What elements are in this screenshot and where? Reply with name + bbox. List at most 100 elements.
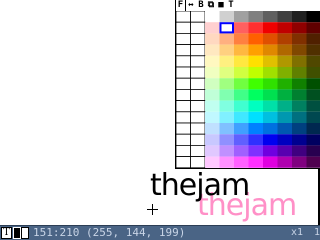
palette-swatch[interactable]: [306, 11, 320, 23]
rect-icon[interactable]: ■: [216, 0, 226, 11]
palette-swatch[interactable]: [190, 144, 206, 157]
palette-swatch[interactable]: [219, 145, 235, 157]
palette-swatch[interactable]: [248, 11, 264, 23]
palette-swatch[interactable]: [190, 111, 206, 124]
palette-swatch[interactable]: [292, 44, 307, 56]
palette-swatch[interactable]: [176, 89, 191, 102]
palette-swatch[interactable]: [176, 100, 191, 113]
palette-swatch[interactable]: [219, 67, 235, 79]
palette-swatch[interactable]: [205, 33, 220, 45]
palette-swatch[interactable]: [277, 145, 293, 157]
palette-swatch[interactable]: [205, 89, 220, 101]
palette-swatch[interactable]: [263, 55, 278, 67]
palette-swatch[interactable]: [277, 67, 293, 79]
palette-swatch[interactable]: [190, 89, 206, 102]
palette-swatch[interactable]: [234, 67, 249, 79]
palette-swatch[interactable]: [190, 122, 206, 135]
palette-swatch[interactable]: [190, 100, 206, 113]
palette-swatch[interactable]: [263, 22, 278, 34]
palette-swatch[interactable]: [190, 55, 206, 68]
palette-swatch[interactable]: [292, 156, 307, 168]
palette-swatch[interactable]: [176, 55, 191, 68]
palette-swatch[interactable]: [190, 156, 206, 168]
palette-swatch[interactable]: [234, 78, 249, 90]
palette-swatch[interactable]: [292, 11, 307, 23]
palette-swatch[interactable]: [248, 89, 264, 101]
palette-swatch[interactable]: [234, 33, 249, 45]
palette-swatch[interactable]: [176, 122, 191, 135]
palette-swatch[interactable]: [219, 44, 235, 56]
fill-icon[interactable]: F: [176, 0, 186, 11]
palette-swatch[interactable]: [190, 21, 206, 34]
palette-swatch[interactable]: [234, 134, 249, 146]
palette-swatch[interactable]: [190, 77, 206, 90]
palette-swatch[interactable]: [219, 156, 235, 168]
palette-swatch[interactable]: [263, 44, 278, 56]
background-color-swatch[interactable]: [21, 227, 29, 239]
palette-swatch[interactable]: [205, 44, 220, 56]
palette-swatch[interactable]: [248, 123, 264, 135]
palette-swatch[interactable]: [205, 22, 220, 34]
palette-swatch[interactable]: [205, 100, 220, 112]
palette-swatch[interactable]: [219, 78, 235, 90]
palette-swatch[interactable]: [205, 55, 220, 67]
palette-swatch[interactable]: [292, 145, 307, 157]
palette-swatch[interactable]: [248, 145, 264, 157]
palette-swatch[interactable]: [205, 156, 220, 168]
palette-swatch[interactable]: [306, 111, 320, 123]
swap-icon[interactable]: ↔: [186, 0, 196, 11]
palette-swatch[interactable]: [306, 89, 320, 101]
palette-swatch[interactable]: [277, 89, 293, 101]
palette-swatch[interactable]: [176, 11, 191, 23]
palette-swatch[interactable]: [176, 21, 191, 34]
palette-swatch[interactable]: [306, 78, 320, 90]
palette-swatch[interactable]: [292, 55, 307, 67]
palette-swatch[interactable]: [190, 11, 206, 23]
palette-swatch[interactable]: [219, 11, 235, 23]
palette-swatch[interactable]: [263, 11, 278, 23]
palette-swatch[interactable]: [248, 44, 264, 56]
palette-swatch[interactable]: [205, 134, 220, 146]
palette-swatch[interactable]: [248, 134, 264, 146]
palette-grid[interactable]: [176, 11, 320, 168]
palette-swatch[interactable]: [176, 111, 191, 124]
palette-swatch[interactable]: [306, 44, 320, 56]
palette-swatch[interactable]: [234, 11, 249, 23]
palette-swatch[interactable]: [306, 156, 320, 168]
text-tool-icon[interactable]: T: [226, 0, 236, 11]
brush-icon[interactable]: B: [196, 0, 206, 11]
palette-swatch[interactable]: [205, 111, 220, 123]
palette-swatch[interactable]: [263, 123, 278, 135]
palette-swatch[interactable]: [277, 100, 293, 112]
palette-swatch[interactable]: [306, 123, 320, 135]
palette-swatch[interactable]: [292, 78, 307, 90]
palette-swatch[interactable]: [263, 33, 278, 45]
palette-swatch[interactable]: [248, 156, 264, 168]
palette-swatch[interactable]: [292, 134, 307, 146]
palette-swatch[interactable]: [292, 67, 307, 79]
palette-swatch[interactable]: [306, 67, 320, 79]
palette-swatch[interactable]: [176, 133, 191, 146]
palette-swatch[interactable]: [234, 44, 249, 56]
palette-swatch[interactable]: [248, 22, 264, 34]
palette-swatch[interactable]: [248, 67, 264, 79]
palette-swatch[interactable]: [234, 89, 249, 101]
palette-swatch[interactable]: [205, 67, 220, 79]
palette-swatch[interactable]: [176, 66, 191, 79]
palette-swatch[interactable]: [306, 145, 320, 157]
palette-swatch[interactable]: [292, 100, 307, 112]
palette-swatch[interactable]: [219, 33, 235, 45]
palette-swatch[interactable]: [263, 89, 278, 101]
palette-swatch[interactable]: [277, 78, 293, 90]
palette-swatch[interactable]: [219, 89, 235, 101]
palette-swatch[interactable]: [219, 123, 235, 135]
palette-swatch[interactable]: [219, 100, 235, 112]
palette-swatch[interactable]: [306, 55, 320, 67]
palette-swatch[interactable]: [219, 55, 235, 67]
palette-swatch[interactable]: [190, 133, 206, 146]
palette-swatch[interactable]: [263, 134, 278, 146]
palette-swatch[interactable]: [263, 111, 278, 123]
foreground-color-swatch[interactable]: [13, 227, 21, 239]
palette-swatch[interactable]: [277, 44, 293, 56]
palette-swatch[interactable]: [292, 123, 307, 135]
